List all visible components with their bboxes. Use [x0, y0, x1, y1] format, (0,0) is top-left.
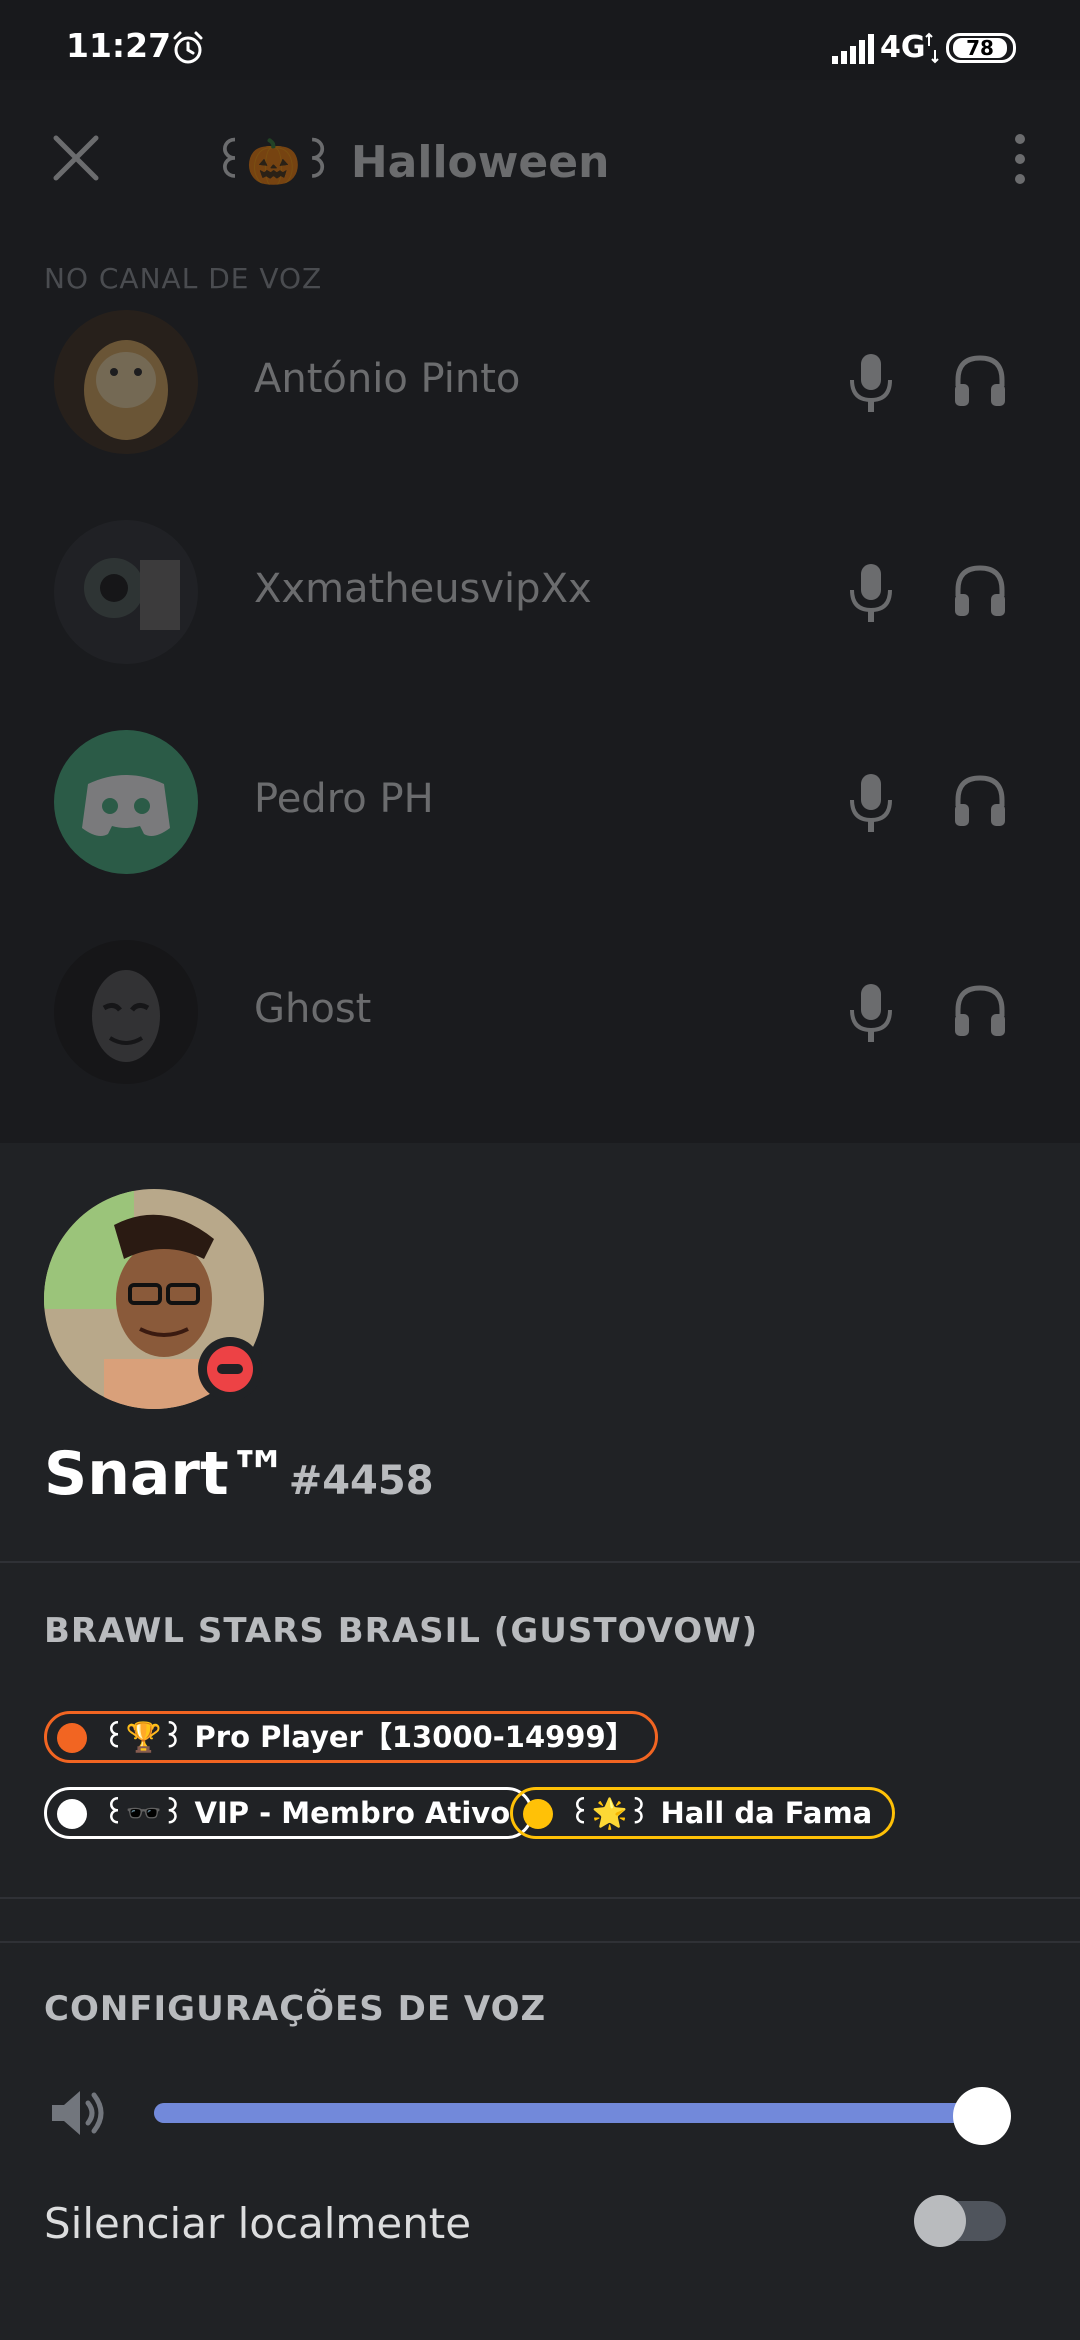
headphones-icon	[955, 565, 1005, 616]
battery-indicator: 78	[946, 33, 1016, 63]
server-name: BRAWL STARS BRASIL (GUSTOVOW)	[44, 1611, 759, 1651]
signal-icon	[832, 34, 874, 64]
role-color-dot	[523, 1799, 553, 1829]
list-item[interactable]: António Pinto	[0, 290, 1080, 470]
microphone-icon	[850, 354, 892, 412]
headphones-icon	[955, 355, 1005, 406]
role-label: ꒰🕶️꒱ VIP - Membro Ativo	[103, 1796, 511, 1830]
network-type: 4G	[880, 30, 926, 65]
profile-username: Snart™#4458	[44, 1439, 434, 1509]
role-label: ꒰🏆꒱ Pro Player【13000-14999】	[103, 1720, 635, 1754]
volume-slider-fill	[154, 2103, 982, 2123]
mute-locally-toggle[interactable]	[914, 2195, 1006, 2247]
dnd-status-icon	[198, 1337, 262, 1401]
close-icon[interactable]	[50, 132, 102, 184]
speaker-icon	[52, 2091, 104, 2135]
role-color-dot	[57, 1799, 87, 1829]
more-options-icon[interactable]	[1010, 130, 1030, 186]
member-avatar	[54, 310, 198, 454]
member-name: Ghost	[254, 986, 372, 1032]
divider	[0, 1561, 1080, 1563]
headphones-icon	[955, 985, 1005, 1036]
headphones-icon	[955, 775, 1005, 826]
mute-locally-label: Silenciar localmente	[44, 2199, 472, 2248]
divider	[0, 1897, 1080, 1899]
role-pill: ꒰🏆꒱ Pro Player【13000-14999】	[44, 1711, 658, 1763]
list-item[interactable]: Ghost	[0, 920, 1080, 1100]
list-item[interactable]: Pedro PH	[0, 710, 1080, 890]
volume-slider[interactable]	[154, 2103, 990, 2123]
channel-title: ꒰🎃꒱ Halloween	[212, 137, 610, 188]
user-profile-sheet: Snart™#4458 BRAWL STARS BRASIL (GUSTOVOW…	[0, 1143, 1080, 2340]
alarm-icon	[173, 31, 203, 64]
username-text: Snart™	[44, 1439, 289, 1509]
member-avatar	[54, 730, 198, 874]
battery-level: 78	[953, 38, 1007, 58]
voice-settings-label: CONFIGURAÇÕES DE VOZ	[44, 1989, 547, 2029]
microphone-icon	[850, 984, 892, 1042]
voice-channel-backdrop[interactable]: ꒰🎃꒱ Halloween NO CANAL DE VOZ António Pi…	[0, 80, 1080, 1143]
role-label: ꒰🌟꒱ Hall da Fama	[569, 1796, 873, 1830]
member-name: António Pinto	[254, 356, 521, 402]
microphone-icon	[850, 564, 892, 622]
volume-slider-thumb[interactable]	[952, 2087, 1011, 2145]
status-time: 11:27	[66, 26, 172, 65]
member-name: XxmatheusvipXx	[254, 566, 592, 612]
data-arrows-icon	[925, 32, 939, 64]
role-pill: ꒰🕶️꒱ VIP - Membro Ativo	[44, 1787, 534, 1839]
role-pill: ꒰🌟꒱ Hall da Fama	[510, 1787, 896, 1839]
microphone-icon	[850, 774, 892, 832]
member-avatar	[54, 940, 198, 1084]
divider	[0, 1941, 1080, 1943]
status-bar: 11:27 4G 78	[0, 0, 1080, 80]
discriminator: #4458	[288, 1458, 434, 1504]
member-name: Pedro PH	[254, 776, 434, 822]
channel-header: ꒰🎃꒱ Halloween	[0, 80, 1080, 240]
member-avatar	[54, 520, 198, 664]
role-color-dot	[57, 1723, 87, 1753]
list-item[interactable]: XxmatheusvipXx	[0, 500, 1080, 680]
